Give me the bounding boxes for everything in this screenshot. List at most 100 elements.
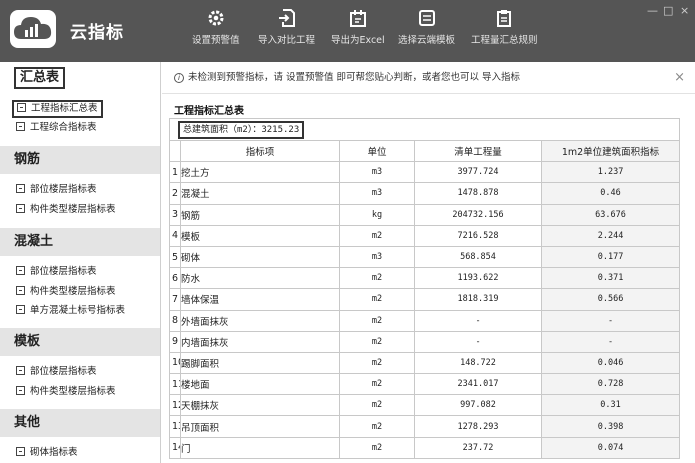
cell-index-item: 挖土方 (180, 161, 340, 184)
gear-icon (208, 10, 224, 26)
table-row[interactable]: 14门m2237.720.074 (169, 436, 681, 459)
sidebar: 汇总表 工程指标汇总表 工程综合指标表 钢筋 部位楼层指标表 构件类型楼层指标表… (0, 62, 161, 463)
top-toolbar: 云指标 设置预警值 导入对比工程 导出为Excel 选择云端模板 工程量汇总规则… (0, 0, 695, 62)
table-row[interactable]: 12天棚抹灰m2997.0820.31 (169, 394, 681, 417)
app-title: 云指标 (70, 23, 124, 43)
cell-index-item: 楼地面 (180, 373, 340, 396)
sidebar-section-summary[interactable]: 汇总表 (0, 64, 160, 92)
table-row[interactable]: 2 混凝土 m3 1478.878 0.46 (169, 182, 681, 205)
sidebar-item-formwork-component-floor[interactable]: 构件类型楼层指标表 (16, 385, 116, 399)
sidebar-section-rebar[interactable]: 钢筋 (0, 146, 160, 174)
column-header-index-item: 指标项 (180, 139, 340, 163)
cell-index-item: 混凝土 (180, 182, 340, 205)
cell-quantity: 7216.528 (414, 224, 542, 247)
cell-quantity: 1193.622 (414, 267, 542, 290)
sidebar-section-concrete[interactable]: 混凝土 (0, 228, 160, 256)
export-excel-button[interactable]: 导出为Excel (331, 8, 385, 46)
cell-quantity: 568.854 (414, 245, 542, 269)
row-number: 3 (169, 203, 181, 226)
rules-icon (497, 10, 512, 27)
select-cloud-template-label: 选择云端模板 (398, 35, 456, 46)
cell-index-item: 墙体保温 (180, 288, 340, 311)
close-window-button[interactable]: × (680, 4, 689, 17)
sidebar-item-concrete-location-floor[interactable]: 部位楼层指标表 (16, 265, 97, 279)
sidebar-item-rebar-location-floor[interactable]: 部位楼层指标表 (16, 183, 97, 197)
column-header-quantity: 清单工程量 (414, 139, 542, 163)
table-row[interactable]: 11楼地面m22341.0170.728 (169, 373, 681, 396)
sidebar-section-other[interactable]: 其他 (0, 409, 160, 437)
cell-per-area: 0.566 (540, 288, 681, 311)
cell-per-area: - (540, 330, 681, 353)
sidebar-item-rebar-component-floor[interactable]: 构件类型楼层指标表 (16, 203, 116, 217)
cell-per-area: 0.074 (540, 436, 681, 459)
cell-per-area: 1.237 (540, 161, 681, 184)
sidebar-item-label: 部位楼层指标表 (30, 266, 97, 277)
cloud-chart-icon (14, 17, 52, 39)
cell-quantity: 1818.319 (414, 288, 542, 311)
table-icon (16, 204, 25, 213)
table-row[interactable]: 1 挖土方 m3 3977.724 1.237 (169, 161, 681, 184)
table-icon (16, 286, 25, 295)
table-row[interactable]: 9 内墙面抹灰 m2- - (169, 330, 681, 353)
table-row[interactable]: 10踢脚面积m2148.7220.046 (169, 351, 681, 375)
table-row[interactable]: 13吊顶面积m21278.2930.398 (169, 415, 681, 438)
minimize-button[interactable]: — (647, 4, 658, 17)
table-icon (16, 386, 25, 395)
export-excel-label: 导出为Excel (331, 35, 385, 46)
export-icon (349, 10, 366, 27)
row-number: 5 (169, 245, 181, 269)
row-number: 8 (169, 309, 181, 332)
row-number: 14 (169, 436, 181, 459)
template-icon (418, 10, 435, 26)
set-warning-value-button[interactable]: 设置预警值 (192, 8, 240, 46)
page-title: 工程指标汇总表 (174, 106, 244, 117)
table-row[interactable]: 3 钢筋 kg 204732.156 63.676 (169, 203, 681, 226)
cell-unit: m3 (339, 161, 415, 184)
cell-per-area: 63.676 (540, 203, 681, 226)
cell-index-item: 外墙面抹灰 (180, 309, 340, 332)
sidebar-item-label: 部位楼层指标表 (30, 366, 97, 377)
total-building-area: 总建筑面积（m2）：3215.23 (178, 120, 305, 139)
row-number: 13 (169, 415, 181, 438)
cell-index-item: 砌体 (180, 245, 340, 269)
sidebar-item-label: 单方混凝土标号指标表 (30, 305, 126, 316)
column-header-unit: 单位 (339, 139, 415, 163)
warning-notice: i 未检测到预警指标，请 设置预警值 即可帮您贴心判断，或者您也可以 导入指标 × (162, 62, 695, 94)
index-summary-table: 总建筑面积（m2）：3215.23 指标项 单位 清单工程量 1m2单位建筑面积… (168, 118, 681, 459)
sidebar-item-project-comprehensive[interactable]: 工程综合指标表 (16, 121, 97, 135)
table-row[interactable]: 6 防水 m2 1193.622 0.371 (169, 267, 681, 290)
sidebar-item-formwork-location-floor[interactable]: 部位楼层指标表 (16, 365, 97, 379)
quantity-rules-button[interactable]: 工程量汇总规则 (471, 8, 538, 46)
cell-unit: m2 (339, 330, 415, 353)
set-warning-value-label: 设置预警值 (192, 35, 240, 46)
select-cloud-template-button[interactable]: 选择云端模板 (398, 8, 455, 46)
cell-per-area: 0.31 (540, 394, 681, 417)
sidebar-section-formwork[interactable]: 模板 (0, 328, 160, 356)
main-panel: i 未检测到预警指标，请 设置预警值 即可帮您贴心判断，或者您也可以 导入指标 ×… (162, 62, 695, 463)
table-icon (16, 447, 25, 456)
cell-unit: m3 (339, 182, 415, 205)
table-row[interactable]: 5 砌体 m3 568.854 0.177 (169, 245, 681, 269)
import-icon (278, 9, 295, 27)
cell-unit: m2 (339, 288, 415, 311)
table-row[interactable]: 7 墙体保温 m2 1818.319 0.566 (169, 288, 681, 311)
sidebar-item-concrete-grade[interactable]: 单方混凝土标号指标表 (16, 304, 125, 318)
notice-text: 未检测到预警指标，请 设置预警值 即可帮您贴心判断，或者您也可以 导入指标 (188, 72, 521, 83)
table-icon (16, 184, 25, 193)
cell-unit: m2 (339, 224, 415, 247)
sidebar-item-project-index-summary[interactable]: 工程指标汇总表 (12, 100, 103, 118)
import-compare-project-button[interactable]: 导入对比工程 (258, 8, 315, 46)
cell-index-item: 踢脚面积 (180, 351, 340, 375)
table-row[interactable]: 8 外墙面抹灰 m2- - (169, 309, 681, 332)
notice-close-icon[interactable]: × (674, 62, 685, 94)
table-row[interactable]: 4 模板 m2 7216.528 2.244 (169, 224, 681, 247)
cell-unit: m3 (339, 245, 415, 269)
restore-button[interactable]: □ (663, 4, 673, 17)
table-icon (16, 266, 25, 275)
cell-quantity: - (414, 330, 542, 353)
import-compare-project-label: 导入对比工程 (258, 35, 316, 46)
cell-per-area: 2.244 (540, 224, 681, 247)
sidebar-item-concrete-component-floor[interactable]: 构件类型楼层指标表 (16, 285, 116, 299)
sidebar-item-masonry[interactable]: 砌体指标表 (16, 446, 78, 460)
cell-index-item: 防水 (180, 267, 340, 290)
